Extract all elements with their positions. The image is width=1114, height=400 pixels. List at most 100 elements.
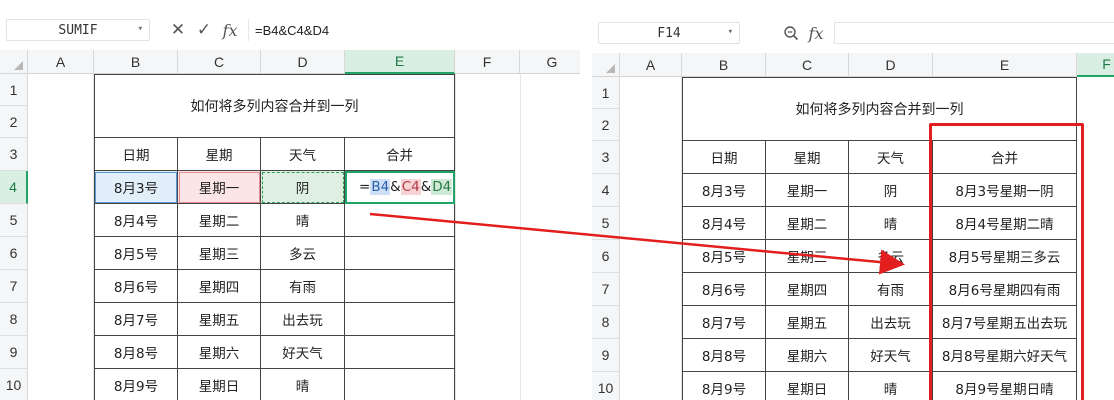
table-cell[interactable]: 星期六 [178, 336, 261, 369]
table-title[interactable]: 如何将多列内容合并到一列 [94, 74, 455, 138]
table-cell[interactable]: 星期四 [178, 270, 261, 303]
column-header-a[interactable]: A [620, 53, 682, 77]
column-header-a[interactable]: A [28, 50, 94, 74]
table-cell[interactable]: 8月7号 [682, 306, 766, 339]
table-cell[interactable]: 好天气 [261, 336, 345, 369]
table-cell[interactable]: 阴 [849, 174, 933, 207]
table-cell[interactable]: 星期五 [766, 306, 849, 339]
cell-e4-editing[interactable]: = B4 & C4 & D4 [345, 171, 455, 204]
header-weather[interactable]: 天气 [849, 141, 933, 174]
cell-b4[interactable]: 8月3号 [94, 171, 178, 204]
table-cell[interactable]: 多云 [849, 240, 933, 273]
zoom-search-icon[interactable] [780, 22, 802, 44]
select-all-corner[interactable] [592, 53, 620, 77]
row-header-7[interactable]: 7 [0, 270, 28, 303]
table-cell[interactable]: 星期六 [766, 339, 849, 372]
row-header-1[interactable]: 1 [592, 77, 620, 109]
column-header-b[interactable]: B [94, 50, 178, 74]
row-header-10[interactable]: 10 [592, 372, 620, 400]
column-header-g[interactable]: G [520, 50, 580, 74]
row-header-3[interactable]: 3 [592, 141, 620, 174]
column-header-c[interactable]: C [178, 50, 261, 74]
table-cell[interactable]: 晴 [849, 207, 933, 240]
cell-d4[interactable]: 阴 [261, 171, 345, 204]
table-cell[interactable] [345, 303, 455, 336]
table-cell[interactable] [345, 336, 455, 369]
row-header-9[interactable]: 9 [0, 336, 28, 369]
table-cell[interactable]: 星期二 [178, 204, 261, 237]
table-cell[interactable]: 8月4号 [94, 204, 178, 237]
select-all-corner[interactable] [0, 50, 28, 74]
table-cell[interactable]: 8月4号 [682, 207, 766, 240]
row-header-3[interactable]: 3 [0, 138, 28, 171]
header-merge[interactable]: 合并 [345, 138, 455, 171]
header-weekday[interactable]: 星期 [178, 138, 261, 171]
table-cell[interactable]: 星期五 [178, 303, 261, 336]
row-header-10[interactable]: 10 [0, 369, 28, 400]
header-date[interactable]: 日期 [682, 141, 766, 174]
table-cell[interactable]: 有雨 [849, 273, 933, 306]
formula-input[interactable] [834, 22, 1114, 44]
column-header-d[interactable]: D [849, 53, 933, 77]
row-header-2[interactable]: 2 [592, 109, 620, 141]
table-cell[interactable] [345, 204, 455, 237]
row-header-8[interactable]: 8 [592, 306, 620, 339]
table-cell[interactable]: 出去玩 [849, 306, 933, 339]
table-cell[interactable]: 8月7号 [94, 303, 178, 336]
check-icon[interactable]: ✓ [194, 19, 214, 41]
table-cell[interactable]: 8月8号 [94, 336, 178, 369]
row-header-7[interactable]: 7 [592, 273, 620, 306]
header-weekday[interactable]: 星期 [766, 141, 849, 174]
table-cell[interactable]: 星期二 [766, 207, 849, 240]
column-header-e[interactable]: E [933, 53, 1077, 77]
table-cell[interactable] [345, 369, 455, 400]
table-cell[interactable]: 晴 [849, 372, 933, 400]
header-date[interactable]: 日期 [94, 138, 178, 171]
table-cell[interactable]: 8月8号 [682, 339, 766, 372]
row-header-4[interactable]: 4 [0, 171, 28, 204]
table-cell[interactable]: 好天气 [849, 339, 933, 372]
name-box[interactable]: SUMIF ▾ [6, 19, 150, 41]
table-cell[interactable]: 有雨 [261, 270, 345, 303]
row-header-5[interactable]: 5 [0, 204, 28, 237]
row-header-9[interactable]: 9 [592, 339, 620, 372]
function-icon[interactable]: fx [220, 19, 240, 41]
table-cell[interactable]: 星期四 [766, 273, 849, 306]
row-header-4[interactable]: 4 [592, 174, 620, 207]
table-cell[interactable]: 8月6号 [682, 273, 766, 306]
table-cell[interactable]: 晴 [261, 369, 345, 400]
table-cell[interactable]: 星期一 [766, 174, 849, 207]
column-header-f[interactable]: F [1077, 53, 1114, 77]
table-cell[interactable]: 星期日 [178, 369, 261, 400]
table-cell[interactable]: 星期日 [766, 372, 849, 400]
table-cell[interactable]: 出去玩 [261, 303, 345, 336]
table-cell[interactable]: 8月6号 [94, 270, 178, 303]
row-header-2[interactable]: 2 [0, 106, 28, 138]
table-cell[interactable]: 8月9号 [94, 369, 178, 400]
column-header-e[interactable]: E [345, 50, 455, 74]
chevron-down-icon[interactable]: ▾ [138, 24, 143, 34]
table-cell[interactable]: 星期三 [178, 237, 261, 270]
header-weather[interactable]: 天气 [261, 138, 345, 171]
row-header-5[interactable]: 5 [592, 207, 620, 240]
table-cell[interactable]: 星期三 [766, 240, 849, 273]
column-header-c[interactable]: C [766, 53, 849, 77]
chevron-down-icon[interactable]: ▾ [728, 27, 733, 37]
row-header-6[interactable]: 6 [592, 240, 620, 273]
row-header-6[interactable]: 6 [0, 237, 28, 270]
table-cell[interactable]: 多云 [261, 237, 345, 270]
name-box[interactable]: F14 ▾ [598, 22, 740, 44]
cell-c4[interactable]: 星期一 [178, 171, 261, 204]
formula-input[interactable]: =B4&C4&D4 [248, 19, 578, 41]
column-header-f[interactable]: F [455, 50, 520, 74]
table-cell[interactable]: 8月5号 [682, 240, 766, 273]
column-header-d[interactable]: D [261, 50, 345, 74]
table-cell[interactable]: 8月9号 [682, 372, 766, 400]
table-cell[interactable] [345, 270, 455, 303]
column-header-b[interactable]: B [682, 53, 766, 77]
table-cell[interactable] [345, 237, 455, 270]
function-icon[interactable]: fx [806, 22, 826, 44]
table-cell[interactable]: 晴 [261, 204, 345, 237]
table-cell[interactable]: 8月5号 [94, 237, 178, 270]
row-header-8[interactable]: 8 [0, 303, 28, 336]
